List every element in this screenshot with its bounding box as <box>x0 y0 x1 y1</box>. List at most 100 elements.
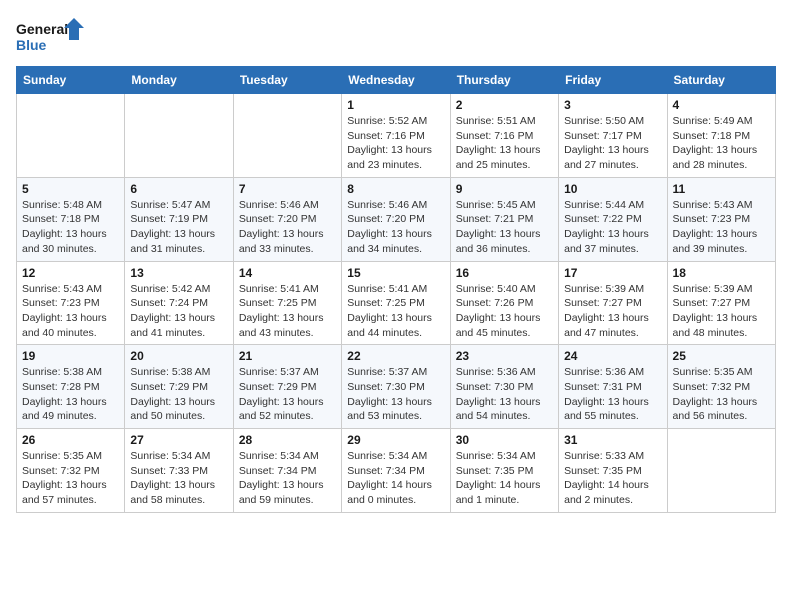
day-info: Sunrise: 5:46 AMSunset: 7:20 PMDaylight:… <box>239 198 336 257</box>
day-number: 25 <box>673 349 770 363</box>
day-number: 22 <box>347 349 444 363</box>
day-number: 29 <box>347 433 444 447</box>
calendar-cell: 19 Sunrise: 5:38 AMSunset: 7:28 PMDayligh… <box>17 345 125 429</box>
day-number: 10 <box>564 182 661 196</box>
calendar-cell: 18 Sunrise: 5:39 AMSunset: 7:27 PMDayligh… <box>667 261 775 345</box>
calendar-cell: 28Sunrise: 5:34 AMSunset: 7:34 PMDayligh… <box>233 429 341 513</box>
day-info: Sunrise: 5:51 AMSunset: 7:16 PMDaylight:… <box>456 114 553 173</box>
day-number: 3 <box>564 98 661 112</box>
svg-text:Blue: Blue <box>16 37 47 53</box>
calendar-cell: 22 Sunrise: 5:37 AMSunset: 7:30 PMDayligh… <box>342 345 450 429</box>
day-number: 20 <box>130 349 227 363</box>
day-number: 4 <box>673 98 770 112</box>
day-info: Sunrise: 5:38 AMSunset: 7:29 PMDaylight:… <box>130 365 227 424</box>
calendar-cell: 30Sunrise: 5:34 AMSunset: 7:35 PMDayligh… <box>450 429 558 513</box>
day-info: Sunrise: 5:34 AMSunset: 7:34 PMDaylight:… <box>347 449 444 508</box>
day-number: 6 <box>130 182 227 196</box>
calendar-cell: 25 Sunrise: 5:35 AMSunset: 7:32 PMDayligh… <box>667 345 775 429</box>
day-number: 7 <box>239 182 336 196</box>
day-info: Sunrise: 5:39 AMSunset: 7:27 PMDaylight:… <box>564 282 661 341</box>
day-info: Sunrise: 5:35 AMSunset: 7:32 PMDaylight:… <box>673 365 770 424</box>
calendar-cell: 20 Sunrise: 5:38 AMSunset: 7:29 PMDayligh… <box>125 345 233 429</box>
calendar-cell: 15 Sunrise: 5:41 AMSunset: 7:25 PMDayligh… <box>342 261 450 345</box>
day-info: Sunrise: 5:48 AMSunset: 7:18 PMDaylight:… <box>22 198 119 257</box>
calendar-cell <box>667 429 775 513</box>
day-info: Sunrise: 5:41 AMSunset: 7:25 PMDaylight:… <box>239 282 336 341</box>
svg-text:General: General <box>16 21 68 37</box>
calendar-cell: 24Sunrise: 5:36 AMSunset: 7:31 PMDayligh… <box>559 345 667 429</box>
weekday-header-saturday: Saturday <box>667 67 775 94</box>
calendar-week-4: 19 Sunrise: 5:38 AMSunset: 7:28 PMDayligh… <box>17 345 776 429</box>
calendar-week-1: 1 Sunrise: 5:52 AMSunset: 7:16 PMDaylight… <box>17 94 776 178</box>
day-number: 1 <box>347 98 444 112</box>
calendar-week-5: 26 Sunrise: 5:35 AMSunset: 7:32 PMDayligh… <box>17 429 776 513</box>
day-info: Sunrise: 5:35 AMSunset: 7:32 PMDaylight:… <box>22 449 119 508</box>
calendar-cell: 13 Sunrise: 5:42 AMSunset: 7:24 PMDayligh… <box>125 261 233 345</box>
calendar-cell: 17 Sunrise: 5:39 AMSunset: 7:27 PMDayligh… <box>559 261 667 345</box>
calendar-cell: 31Sunrise: 5:33 AMSunset: 7:35 PMDayligh… <box>559 429 667 513</box>
day-info: Sunrise: 5:50 AMSunset: 7:17 PMDaylight:… <box>564 114 661 173</box>
day-number: 11 <box>673 182 770 196</box>
logo: General Blue <box>16 16 86 58</box>
weekday-header-sunday: Sunday <box>17 67 125 94</box>
calendar-cell: 21 Sunrise: 5:37 AMSunset: 7:29 PMDayligh… <box>233 345 341 429</box>
day-info: Sunrise: 5:45 AMSunset: 7:21 PMDaylight:… <box>456 198 553 257</box>
day-info: Sunrise: 5:40 AMSunset: 7:26 PMDaylight:… <box>456 282 553 341</box>
calendar-table: SundayMondayTuesdayWednesdayThursdayFrid… <box>16 66 776 513</box>
day-number: 30 <box>456 433 553 447</box>
day-info: Sunrise: 5:52 AMSunset: 7:16 PMDaylight:… <box>347 114 444 173</box>
weekday-header-friday: Friday <box>559 67 667 94</box>
day-info: Sunrise: 5:41 AMSunset: 7:25 PMDaylight:… <box>347 282 444 341</box>
calendar-cell: 9 Sunrise: 5:45 AMSunset: 7:21 PMDaylight… <box>450 177 558 261</box>
calendar-cell: 29 Sunrise: 5:34 AMSunset: 7:34 PMDayligh… <box>342 429 450 513</box>
day-number: 12 <box>22 266 119 280</box>
weekday-header-tuesday: Tuesday <box>233 67 341 94</box>
day-info: Sunrise: 5:37 AMSunset: 7:30 PMDaylight:… <box>347 365 444 424</box>
day-info: Sunrise: 5:34 AMSunset: 7:33 PMDaylight:… <box>130 449 227 508</box>
day-info: Sunrise: 5:44 AMSunset: 7:22 PMDaylight:… <box>564 198 661 257</box>
day-number: 8 <box>347 182 444 196</box>
day-number: 18 <box>673 266 770 280</box>
calendar-cell: 16 Sunrise: 5:40 AMSunset: 7:26 PMDayligh… <box>450 261 558 345</box>
day-number: 26 <box>22 433 119 447</box>
calendar-cell: 27 Sunrise: 5:34 AMSunset: 7:33 PMDayligh… <box>125 429 233 513</box>
day-number: 23 <box>456 349 553 363</box>
day-number: 15 <box>347 266 444 280</box>
day-number: 13 <box>130 266 227 280</box>
day-number: 2 <box>456 98 553 112</box>
day-info: Sunrise: 5:38 AMSunset: 7:28 PMDaylight:… <box>22 365 119 424</box>
logo-svg: General Blue <box>16 16 86 58</box>
day-number: 31 <box>564 433 661 447</box>
calendar-cell: 12Sunrise: 5:43 AMSunset: 7:23 PMDayligh… <box>17 261 125 345</box>
calendar-cell: 8 Sunrise: 5:46 AMSunset: 7:20 PMDaylight… <box>342 177 450 261</box>
day-number: 14 <box>239 266 336 280</box>
calendar-cell: 5Sunrise: 5:48 AMSunset: 7:18 PMDaylight… <box>17 177 125 261</box>
day-info: Sunrise: 5:42 AMSunset: 7:24 PMDaylight:… <box>130 282 227 341</box>
calendar-cell: 1 Sunrise: 5:52 AMSunset: 7:16 PMDaylight… <box>342 94 450 178</box>
day-number: 27 <box>130 433 227 447</box>
day-info: Sunrise: 5:39 AMSunset: 7:27 PMDaylight:… <box>673 282 770 341</box>
day-number: 9 <box>456 182 553 196</box>
calendar-cell: 2 Sunrise: 5:51 AMSunset: 7:16 PMDaylight… <box>450 94 558 178</box>
calendar-header-row: SundayMondayTuesdayWednesdayThursdayFrid… <box>17 67 776 94</box>
day-info: Sunrise: 5:36 AMSunset: 7:30 PMDaylight:… <box>456 365 553 424</box>
day-info: Sunrise: 5:37 AMSunset: 7:29 PMDaylight:… <box>239 365 336 424</box>
calendar-week-2: 5Sunrise: 5:48 AMSunset: 7:18 PMDaylight… <box>17 177 776 261</box>
day-number: 19 <box>22 349 119 363</box>
day-number: 21 <box>239 349 336 363</box>
calendar-cell: 26 Sunrise: 5:35 AMSunset: 7:32 PMDayligh… <box>17 429 125 513</box>
calendar-cell <box>125 94 233 178</box>
page-header: General Blue <box>16 16 776 58</box>
calendar-cell: 3 Sunrise: 5:50 AMSunset: 7:17 PMDaylight… <box>559 94 667 178</box>
calendar-cell: 4Sunrise: 5:49 AMSunset: 7:18 PMDaylight… <box>667 94 775 178</box>
calendar-cell: 11 Sunrise: 5:43 AMSunset: 7:23 PMDayligh… <box>667 177 775 261</box>
day-info: Sunrise: 5:47 AMSunset: 7:19 PMDaylight:… <box>130 198 227 257</box>
day-number: 16 <box>456 266 553 280</box>
calendar-cell: 6 Sunrise: 5:47 AMSunset: 7:19 PMDaylight… <box>125 177 233 261</box>
day-number: 28 <box>239 433 336 447</box>
day-number: 17 <box>564 266 661 280</box>
weekday-header-monday: Monday <box>125 67 233 94</box>
day-info: Sunrise: 5:43 AMSunset: 7:23 PMDaylight:… <box>673 198 770 257</box>
calendar-week-3: 12Sunrise: 5:43 AMSunset: 7:23 PMDayligh… <box>17 261 776 345</box>
day-info: Sunrise: 5:46 AMSunset: 7:20 PMDaylight:… <box>347 198 444 257</box>
